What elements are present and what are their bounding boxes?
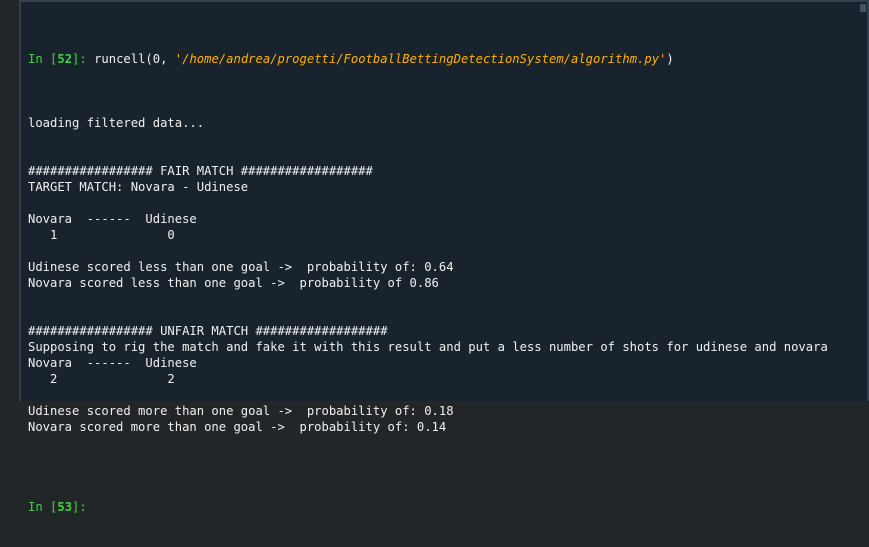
input-prompt-prefix: In [ [28, 52, 58, 66]
output-line: Novara scored more than one goal -> prob… [28, 420, 447, 434]
output-line: TARGET MATCH: Novara - Udinese [28, 180, 249, 194]
output-line: Novara scored less than one goal -> prob… [28, 276, 439, 290]
input-prompt-number: 52 [57, 52, 73, 66]
output-line: ################# FAIR MATCH ###########… [28, 164, 373, 178]
code-end: ) [666, 52, 674, 66]
output-line: Novara ------ Udinese [28, 356, 197, 370]
output-line: 2 2 [28, 372, 175, 386]
pane-border-top [19, 0, 869, 2]
next-input-line[interactable]: In [53]: [28, 499, 863, 515]
output-line: Novara ------ Udinese [28, 212, 197, 226]
input-line: In [52]: runcell(0, '/home/andrea/proget… [28, 51, 863, 67]
ipython-console[interactable]: In [52]: runcell(0, '/home/andrea/proget… [0, 0, 869, 514]
output-line: Udinese scored more than one goal -> pro… [28, 404, 454, 418]
input-prompt: In [52]: [28, 52, 94, 66]
pane-border-left [19, 0, 21, 401]
code-call: runcell(0, [94, 52, 175, 66]
next-input-prompt: In [53]: [28, 500, 87, 514]
scrollbar-handle[interactable] [860, 4, 866, 12]
code-string: '/home/andrea/progetti/FootballBettingDe… [174, 52, 667, 66]
next-prompt-prefix: In [ [28, 500, 58, 514]
output-line: Supposing to rig the match and fake it w… [28, 340, 828, 354]
console-text: In [52]: runcell(0, '/home/andrea/proget… [28, 19, 863, 547]
input-prompt-suffix: ]: [72, 52, 95, 66]
output-line: 1 0 [28, 228, 175, 242]
output-line: loading filtered data... [28, 116, 205, 130]
next-prompt-number: 53 [57, 500, 73, 514]
output-line: ################# UNFAIR MATCH #########… [28, 324, 388, 338]
output-line: Udinese scored less than one goal -> pro… [28, 260, 454, 274]
next-prompt-suffix: ]: [72, 500, 87, 514]
